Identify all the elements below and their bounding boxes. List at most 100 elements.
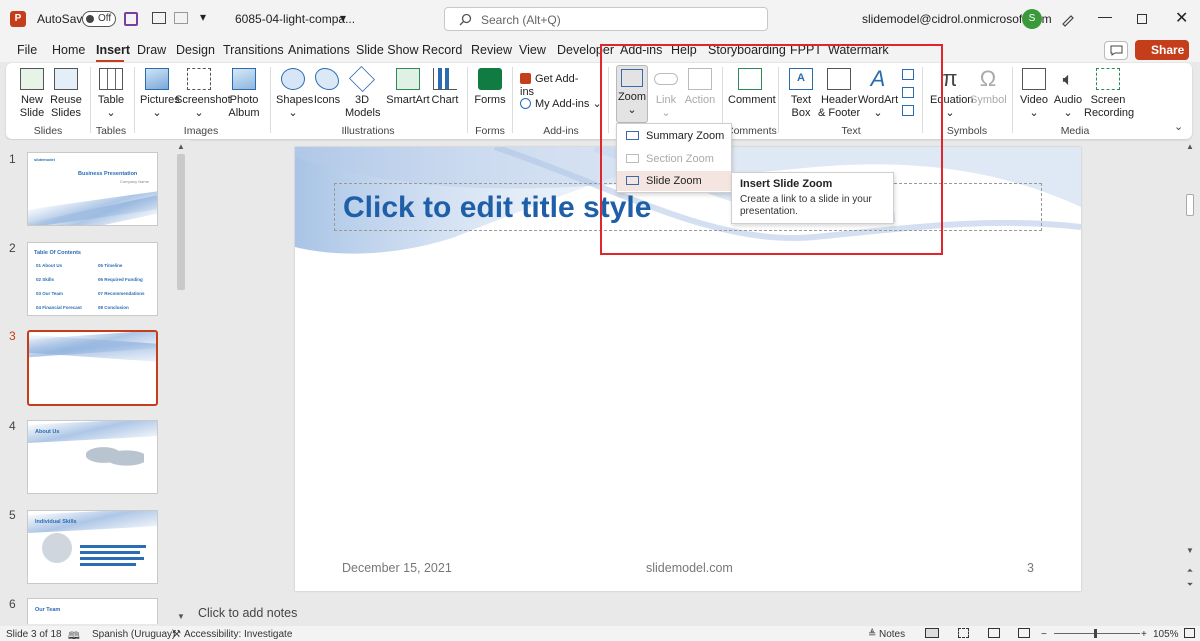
get-add-ins-button[interactable]: Get Add-ins [520,73,590,99]
scrollbar-thumb[interactable] [177,154,185,290]
tab-view[interactable]: View [519,43,546,57]
notes-icon[interactable]: ≜ [868,629,876,640]
status-bar: Slide 3 of 18 🕮︎ Spanish (Uruguay) ⚒ Acc… [0,626,1200,641]
thumbnail-scrollbar[interactable]: ▲ ▼ [176,140,186,626]
screen-recording-button[interactable]: Screen Recording [1084,68,1134,120]
symbol-button[interactable]: Ω Symbol [970,66,1007,107]
next-slide-icon[interactable]: ⏷ [1184,580,1196,590]
chevron-down-icon[interactable]: ▾ [340,11,346,25]
search-input[interactable]: Search (Alt+Q) [444,7,768,31]
screenshot-icon [187,68,211,90]
chevron-down-icon: ⌄ [106,107,116,119]
3d-models-button[interactable]: 3D Models [345,65,380,120]
fit-to-window-icon[interactable] [1184,628,1195,638]
tab-draw[interactable]: Draw [137,43,166,57]
tab-record[interactable]: Record [422,43,462,57]
pictures-icon [145,68,169,90]
group-separator [270,67,271,133]
present-from-beginning-icon[interactable] [152,12,166,24]
group-label-forms: Forms [475,125,505,137]
previous-slide-icon[interactable]: ⏶ [1184,566,1196,576]
chevron-down-icon: ⌄ [288,107,298,119]
chevron-down-icon: ⌄ [1063,107,1073,119]
scroll-up-icon[interactable]: ▲ [1184,142,1196,151]
title-bar: P AutoSave Off ▾ 6085-04-light-compa... … [0,0,1200,38]
add-ins-icon [520,98,531,109]
notes-pane[interactable]: Click to add notes [190,603,1180,625]
spell-check-icon[interactable]: 🕮︎ [68,629,80,641]
icons-button[interactable]: Icons [312,68,342,107]
my-add-ins-button[interactable]: My Add-ins ⌄ [520,98,604,111]
accessibility-status[interactable]: Accessibility: Investigate [184,629,292,640]
reuse-slides-button[interactable]: Reuse Slides [50,68,82,120]
screenshot-button[interactable]: Screenshot ⌄ [175,68,231,120]
slide-thumbnail-1[interactable]: slidemodel Business Presentation Company… [27,152,158,226]
minimize-icon[interactable]: — [1098,8,1112,24]
slide-thumbnail-6[interactable]: Our Team [27,598,158,624]
zoom-level[interactable]: 105% [1153,629,1179,640]
reading-view-icon[interactable] [988,628,1000,638]
group-separator [467,67,468,133]
slide-thumbnail-3[interactable] [27,330,158,406]
layout-icon[interactable] [174,12,188,24]
scroll-up-icon[interactable]: ▲ [176,142,186,151]
tab-design[interactable]: Design [176,43,215,57]
skill-bar [80,551,140,554]
zoom-slider[interactable] [1054,633,1140,634]
pictures-button[interactable]: Pictures ⌄ [140,68,180,120]
smartart-icon [396,68,420,90]
pen-icon[interactable] [1060,11,1076,27]
video-button[interactable]: Video ⌄ [1018,68,1050,120]
slide-thumbnail-5[interactable]: Individual Skills [27,510,158,584]
customize-toolbar-icon[interactable]: ▾ [200,10,206,24]
search-placeholder: Search (Alt+Q) [481,13,561,27]
tab-insert[interactable]: Insert [96,43,130,57]
notes-toggle[interactable]: Notes [879,629,905,640]
table-button[interactable]: Table ⌄ [96,68,126,120]
tab-home[interactable]: Home [52,43,85,57]
close-icon[interactable]: ✕ [1175,8,1188,28]
save-icon[interactable] [124,12,138,26]
zoom-slider-thumb[interactable] [1094,629,1097,638]
slide-thumbnail-4[interactable]: About Us [27,420,158,494]
tab-transitions[interactable]: Transitions [223,43,284,57]
tab-animations[interactable]: Animations [288,43,350,57]
scroll-down-icon[interactable]: ▼ [176,612,186,621]
autosave-toggle[interactable]: Off [82,11,116,27]
notes-placeholder: Click to add notes [198,606,298,620]
new-slide-button[interactable]: New Slide [14,68,50,120]
scrollbar-thumb[interactable] [1186,194,1194,216]
skill-bar [80,545,146,548]
language-status[interactable]: Spanish (Uruguay) [92,629,175,640]
omega-icon: Ω [979,66,997,91]
group-separator [512,67,513,133]
normal-view-icon[interactable] [925,628,939,638]
accessibility-icon[interactable]: ⚒ [172,629,181,640]
slide-show-icon[interactable] [1018,628,1030,638]
tab-review[interactable]: Review [471,43,512,57]
photo-album-button[interactable]: Photo Album [224,68,264,120]
collapse-ribbon-icon[interactable]: ⌄ [1174,120,1183,133]
restore-icon[interactable] [1137,14,1147,24]
forms-button[interactable]: Forms [474,68,506,107]
comments-button[interactable] [1104,41,1128,60]
audio-button[interactable]: 🔈︎ Audio ⌄ [1052,68,1084,120]
chart-button[interactable]: Chart [430,68,460,107]
share-button[interactable]: Share [1135,40,1189,60]
footer-site: slidemodel.com [646,561,733,575]
shapes-button[interactable]: Shapes ⌄ [276,68,313,120]
slide-thumbnail-2[interactable]: Table Of Contents 01 About Us 02 Skills … [27,242,158,316]
zoom-out-icon[interactable]: − [1041,629,1047,640]
file-name[interactable]: 6085-04-light-compa... [235,12,355,26]
slide-scrollbar[interactable]: ▲ ▼ ⏶ ⏷ [1184,140,1196,626]
avatar[interactable]: S [1022,9,1042,29]
smartart-button[interactable]: SmartArt [386,68,430,107]
zoom-in-icon[interactable]: + [1141,629,1147,640]
scroll-down-icon[interactable]: ▼ [1184,546,1196,555]
chevron-down-icon: ⌄ [194,107,204,119]
highlight-box [600,44,943,255]
tab-file[interactable]: File [17,43,37,57]
slide-sorter-icon[interactable] [958,628,969,638]
group-label-add-ins: Add-ins [543,125,579,137]
tab-slide-show[interactable]: Slide Show [356,43,419,57]
